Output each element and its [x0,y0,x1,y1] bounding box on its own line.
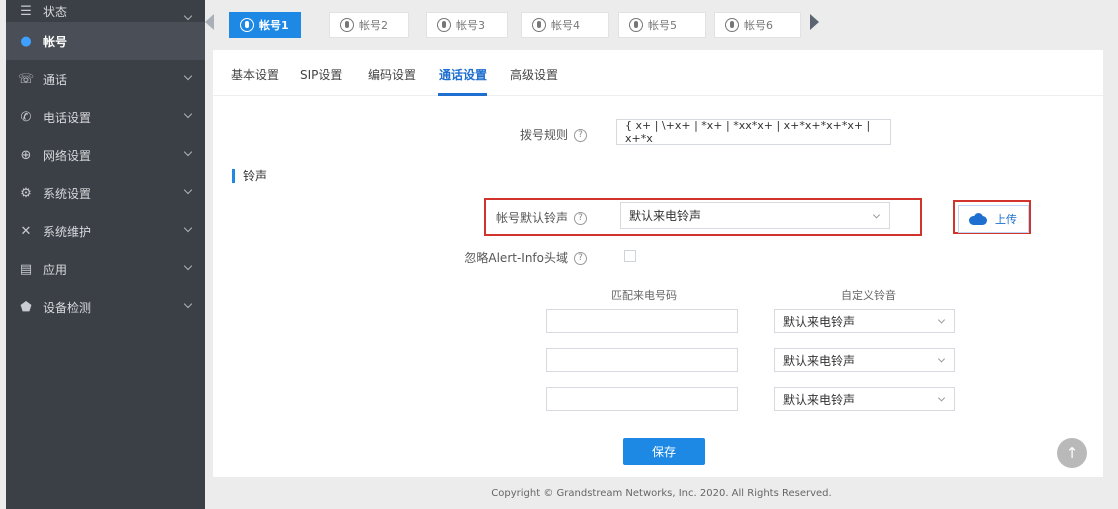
tab-account-4[interactable]: 帐号4 [521,12,609,38]
back-to-top-button[interactable]: ↑ [1057,438,1087,468]
account-icon [725,18,739,32]
account-icon [437,18,451,32]
chevron-down-icon [183,109,193,119]
sidebar-item-label: 电话设置 [43,110,92,125]
settings-panel: 基本设置 SIP设置 编码设置 通话设置 高级设置 拨号规则? { x+ | \… [213,50,1103,477]
ignore-alert-info-checkbox[interactable] [624,250,636,262]
arrow-up-icon: ↑ [1065,444,1079,462]
sidebar-item-system-settings[interactable]: ⚙ 系统设置 [6,174,205,212]
chevron-down-icon [183,261,193,271]
user-icon: ● [20,33,32,49]
sidebar-item-label: 设备检测 [43,300,92,315]
sidebar-item-label: 通话 [43,72,68,87]
scroll-right-icon[interactable] [810,14,819,30]
phone-icon: ✆ [20,109,32,125]
select-value: 默认来电铃声 [629,209,702,223]
network-icon: ⊕ [20,147,32,163]
tab-account-2[interactable]: 帐号2 [329,12,409,38]
select-value: 默认来电铃声 [783,314,856,329]
ringtone-section-title: 铃声 [232,169,267,183]
tab-advanced-settings[interactable]: 高级设置 [510,66,558,83]
sidebar-item-label: 网络设置 [43,148,92,163]
tab-label: 帐号2 [359,19,388,32]
chevron-down-icon [937,355,946,363]
cloud-upload-icon [969,213,987,225]
tab-account-3[interactable]: 帐号3 [426,12,508,38]
active-tab-indicator [438,93,487,96]
match-number-input-3[interactable] [546,387,738,411]
tab-label: 帐号3 [456,19,485,32]
dial-plan-label: 拨号规则? [463,126,587,143]
tab-account-1[interactable]: 帐号1 [229,12,301,38]
chevron-down-icon [183,223,193,233]
ignore-alert-info-label: 忽略Alert-Info头域? [413,249,587,266]
chevron-down-icon [183,299,193,309]
tab-codec-settings[interactable]: 编码设置 [368,66,416,83]
account-icon [340,18,354,32]
tab-sip-settings[interactable]: SIP设置 [300,66,342,83]
match-number-input-2[interactable] [546,348,738,372]
sidebar-item-label: 状态 [43,4,68,19]
sidebar-item-maintenance[interactable]: ✕ 系统维护 [6,212,205,250]
default-ringtone-select[interactable]: 默认来电铃声 [620,202,890,229]
account-tab-bar: 帐号1 帐号2 帐号3 帐号4 帐号5 帐号6 [205,0,1118,44]
chevron-down-icon [183,71,193,81]
sidebar-item-account[interactable]: ● 帐号 [6,22,205,60]
sidebar-item-call[interactable]: ☏ 通话 [6,60,205,98]
sidebar-item-label: 系统设置 [43,186,92,201]
tools-icon: ✕ [20,223,32,239]
sub-tab-bar: 基本设置 SIP设置 编码设置 通话设置 高级设置 [213,50,1103,96]
settings-icon: ⚙ [20,185,32,201]
help-icon[interactable]: ? [574,129,587,142]
account-icon [629,18,643,32]
help-icon[interactable]: ? [574,212,587,225]
custom-ring-select-1[interactable]: 默认来电铃声 [774,309,955,333]
sidebar-item-apps[interactable]: ▤ 应用 [6,250,205,288]
dial-plan-input[interactable]: { x+ | \+x+ | *x+ | *xx*x+ | x+*x+*x+*x+… [616,119,891,145]
tab-label: 帐号4 [551,19,580,32]
sidebar: ☰ 状态 ● 帐号 ☏ 通话 ✆ 电话设置 ⊕ 网络设置 ⚙ 系统设置 ✕ 系统… [6,0,205,509]
custom-ring-header: 自定义铃音 [841,289,896,302]
sidebar-item-label: 帐号 [43,34,68,49]
tab-account-6[interactable]: 帐号6 [714,12,801,38]
sidebar-item-diagnostics[interactable]: ⬟ 设备检测 [6,288,205,326]
save-button[interactable]: 保存 [623,438,705,465]
call-icon: ☏ [17,71,35,87]
sidebar-item-phone-settings[interactable]: ✆ 电话设置 [6,98,205,136]
tab-label: 帐号6 [744,19,773,32]
account-icon [532,18,546,32]
scroll-left-icon[interactable] [205,14,214,30]
custom-ring-select-3[interactable]: 默认来电铃声 [774,387,955,411]
match-number-input-1[interactable] [546,309,738,333]
match-number-header: 匹配来电号码 [611,289,677,302]
sidebar-item-label: 系统维护 [43,224,92,239]
tab-label: 帐号1 [259,19,289,32]
chevron-down-icon [937,394,946,402]
tab-account-5[interactable]: 帐号5 [618,12,706,38]
chevron-down-icon [183,185,193,195]
shield-icon: ⬟ [20,299,32,315]
sidebar-item-status[interactable]: ☰ 状态 [6,0,205,22]
upload-label: 上传 [995,213,1017,226]
chevron-down-icon [183,147,193,157]
chevron-down-icon [183,11,193,21]
select-value: 默认来电铃声 [783,392,856,407]
upload-button[interactable]: 上传 [958,205,1029,233]
account-icon [240,18,254,32]
sidebar-item-label: 应用 [43,262,68,277]
tab-basic-settings[interactable]: 基本设置 [231,66,279,83]
default-ringtone-label: 帐号默认铃声? [463,209,587,226]
tab-label: 帐号5 [648,19,677,32]
app-icon: ▤ [19,261,33,277]
tab-call-settings[interactable]: 通话设置 [439,66,487,83]
chevron-down-icon [872,210,881,219]
help-icon[interactable]: ? [574,252,587,265]
sidebar-item-network-settings[interactable]: ⊕ 网络设置 [6,136,205,174]
list-icon: ☰ [20,3,32,19]
custom-ring-select-2[interactable]: 默认来电铃声 [774,348,955,372]
copyright-footer: Copyright © Grandstream Networks, Inc. 2… [491,488,832,499]
chevron-down-icon [937,316,946,324]
select-value: 默认来电铃声 [783,353,856,368]
